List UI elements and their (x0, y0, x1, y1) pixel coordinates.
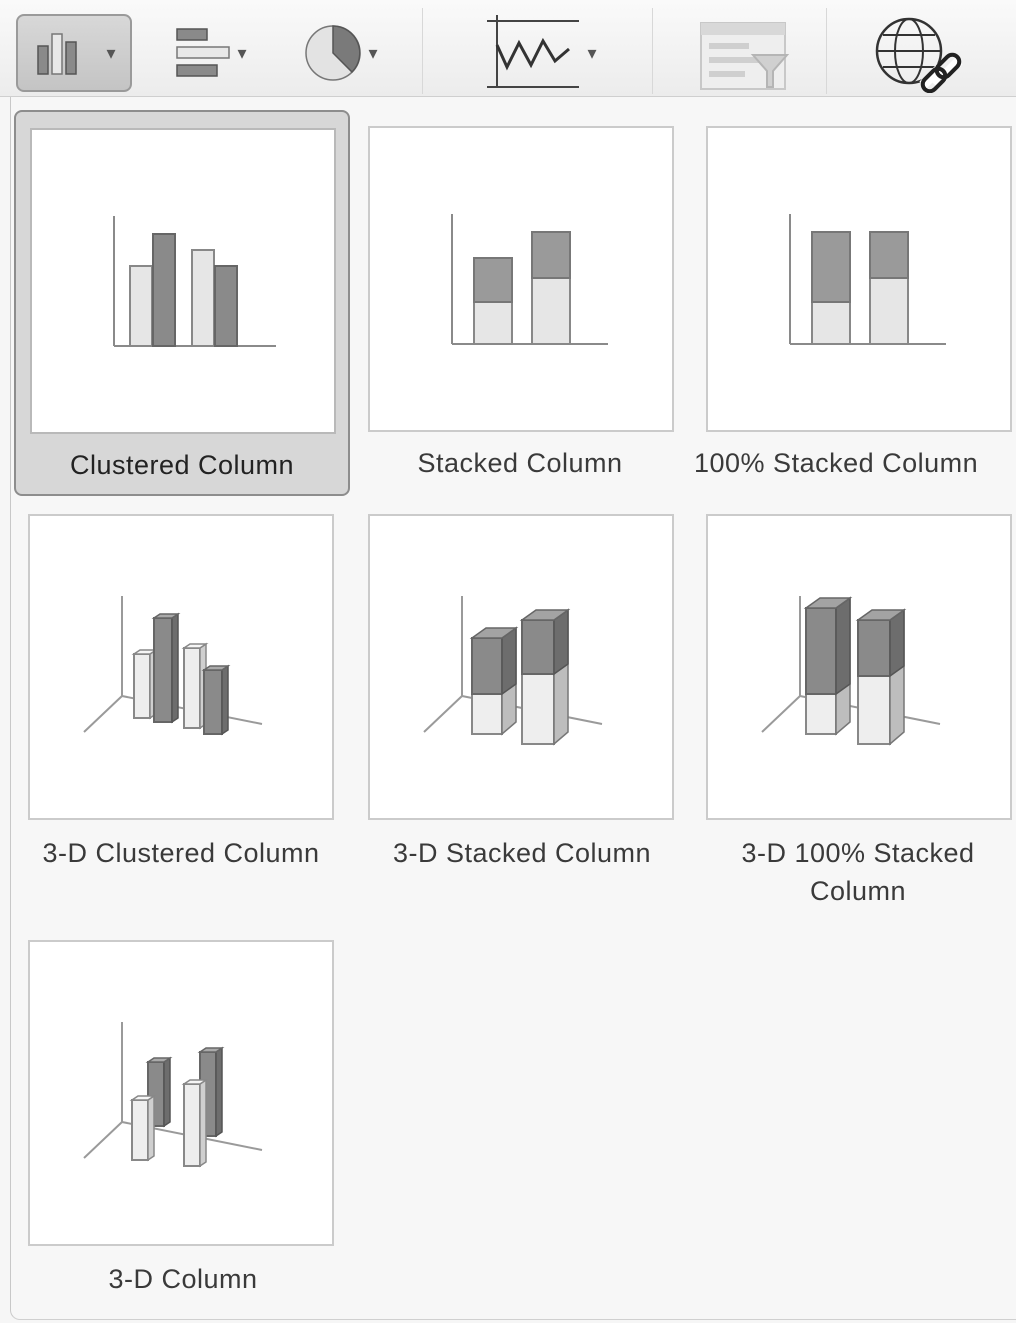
toolbar-separator (652, 8, 653, 94)
chart-option-3d-stacked-column[interactable]: 3-D Stacked Column (354, 500, 690, 920)
hyperlink-button[interactable] (860, 14, 970, 93)
column-chart-button[interactable]: ▾ (16, 14, 132, 92)
chevron-down-icon: ▾ (237, 42, 247, 63)
globe-link-icon (875, 17, 963, 93)
toolbar-separator (422, 8, 423, 94)
clustered-column-icon (113, 216, 276, 347)
chart-thumbnail (30, 128, 336, 434)
pie-chart-icon (305, 25, 362, 81)
chart-option-label: 3-D Stacked Column (392, 838, 652, 868)
chart-thumbnail (28, 514, 334, 820)
chevron-down-icon: ▾ (106, 42, 116, 63)
filter-button[interactable] (690, 14, 800, 92)
line-chart-icon (487, 15, 580, 88)
chart-option-label: 3-D Column (108, 1264, 258, 1294)
3d-clustered-column-icon (83, 596, 263, 736)
chart-option-stacked-column[interactable]: Stacked Column (352, 110, 688, 496)
3d-stacked-column-icon (423, 596, 603, 746)
chart-option-label: 3-D 100% Stacked Column (741, 838, 975, 906)
chart-option-3d-column[interactable]: 3-D Column (14, 926, 352, 1306)
chart-toolbar: ▾ ▾ ▾ ▾ (0, 0, 1016, 97)
chart-option-label: Clustered Column (69, 450, 295, 480)
percent-stacked-column-icon (789, 214, 946, 345)
chart-option-clustered-column[interactable]: Clustered Column (14, 110, 350, 496)
chart-option-label: 100% Stacked Column (694, 448, 979, 478)
bar-chart-icon (176, 28, 231, 77)
chart-thumbnail (706, 126, 1012, 432)
chart-option-label: 3-D Clustered Column (42, 838, 320, 868)
chart-option-100-stacked-column[interactable]: 100% Stacked Column (690, 110, 1016, 496)
3d-percent-stacked-column-icon (761, 596, 941, 746)
chevron-down-icon: ▾ (368, 42, 378, 63)
chart-option-3d-100-stacked-column[interactable]: 3-D 100% Stacked Column (690, 500, 1016, 920)
chart-thumbnail (368, 514, 674, 820)
chart-thumbnail (368, 126, 674, 432)
column-chart-icon (37, 33, 78, 75)
chart-option-3d-clustered-column[interactable]: 3-D Clustered Column (14, 500, 352, 920)
chevron-down-icon: ▾ (587, 42, 597, 63)
chart-option-label: Stacked Column (417, 448, 623, 478)
toolbar-separator (826, 8, 827, 94)
line-chart-button[interactable]: ▾ (470, 14, 610, 92)
bar-chart-button[interactable]: ▾ (160, 14, 260, 92)
3d-column-icon (83, 1022, 263, 1168)
chart-thumbnail (706, 514, 1012, 820)
filter-icon (700, 22, 790, 90)
pie-chart-button[interactable]: ▾ (290, 14, 390, 92)
stacked-column-icon (451, 214, 608, 345)
chart-thumbnail (28, 940, 334, 1246)
